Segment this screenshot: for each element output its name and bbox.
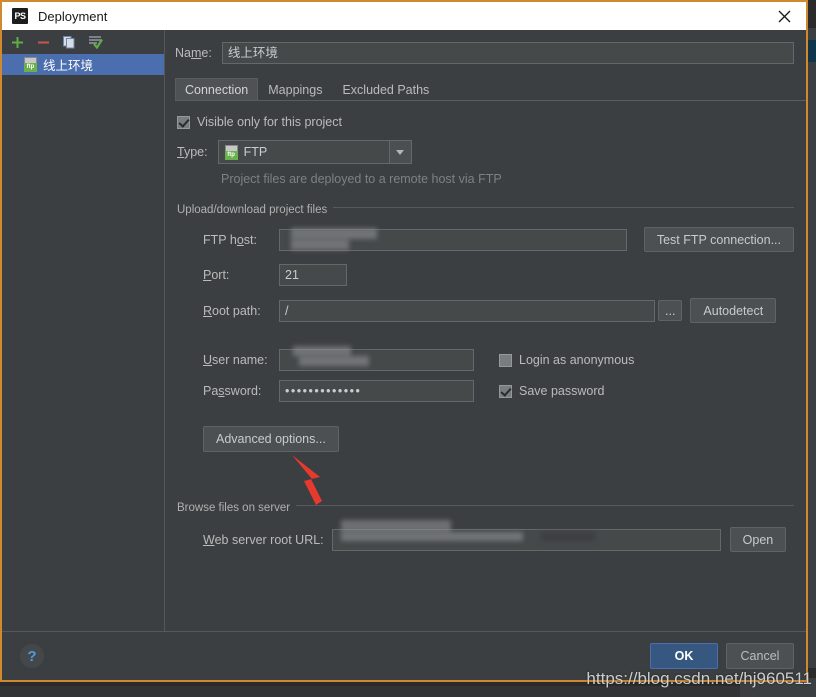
background-tab-sliver (808, 40, 816, 62)
connection-tab-content: Visible only for this project Type: FTP … (165, 101, 806, 552)
minus-icon[interactable] (34, 33, 52, 51)
visible-only-row: Visible only for this project (177, 115, 794, 129)
deployment-dialog: PS Deployment ftp 线上环境 Name: 线上环境 Connec… (0, 0, 808, 682)
browse-files-group: Browse files on server Web server root U… (177, 498, 794, 552)
ftp-type-icon (224, 144, 238, 160)
dialog-action-buttons: OK Cancel (650, 643, 794, 669)
server-list-panel: 线上环境 (2, 30, 165, 631)
type-hint: Project files are deployed to a remote h… (221, 172, 502, 186)
ftp-host-row: FTP host: Test FTP connection... (177, 227, 794, 252)
password-row: Password: ••••••••••••• Save password (177, 380, 794, 402)
title-bar: PS Deployment (2, 2, 806, 30)
root-path-label: Root path: (203, 303, 261, 318)
ftp-host-input[interactable] (279, 228, 627, 251)
chevron-down-icon[interactable] (388, 141, 411, 163)
type-select-value: FTP (243, 145, 268, 159)
browse-group-title: Browse files on server (177, 502, 297, 514)
root-path-browse-button[interactable]: ... (658, 300, 683, 321)
server-list-item[interactable]: 线上环境 (2, 54, 164, 75)
server-list[interactable]: 线上环境 (2, 54, 164, 631)
connection-settings-panel: Name: 线上环境 Connection Mappings Excluded … (165, 30, 806, 631)
ok-button[interactable]: OK (650, 643, 718, 669)
web-root-row: Web server root URL: Open (177, 527, 794, 552)
port-row: Port: 21 (177, 264, 794, 286)
type-select[interactable]: FTP (217, 140, 412, 164)
upload-group-title: Upload/download project files (177, 204, 334, 216)
plus-icon[interactable] (8, 33, 26, 51)
port-label: Port: (203, 268, 230, 282)
phpstorm-icon: PS (12, 8, 28, 24)
web-root-label: Web server root URL: (203, 532, 324, 547)
help-icon[interactable]: ? (20, 644, 44, 668)
tab-excluded-paths[interactable]: Excluded Paths (332, 78, 439, 100)
port-input[interactable]: 21 (279, 264, 347, 286)
server-list-item-label: 线上环境 (43, 59, 94, 73)
tab-mappings[interactable]: Mappings (258, 78, 332, 100)
cancel-button[interactable]: Cancel (726, 643, 794, 669)
ftp-host-label: FTP host: (203, 232, 257, 247)
window-title: Deployment (38, 8, 108, 24)
user-name-input[interactable] (279, 349, 474, 371)
server-list-toolbar (2, 30, 164, 54)
name-label: Name: (175, 46, 212, 60)
tab-connection[interactable]: Connection (175, 78, 259, 100)
password-label: Password: (203, 384, 262, 398)
visible-only-checkbox[interactable] (177, 115, 190, 129)
close-icon[interactable] (774, 6, 794, 26)
upload-download-group: Upload/download project files FTP host: … (177, 200, 794, 452)
login-anonymous-checkbox[interactable] (499, 353, 512, 367)
login-anonymous-label: Login as anonymous (519, 353, 635, 367)
dialog-footer: ? OK Cancel (2, 632, 806, 680)
copy-icon[interactable] (60, 33, 78, 51)
ftp-server-icon (24, 57, 37, 72)
save-password-checkbox[interactable] (499, 384, 512, 398)
name-row: Name: 线上环境 (165, 30, 806, 64)
save-password-row: Save password (499, 384, 604, 398)
type-label: Type: (177, 145, 208, 159)
login-anonymous-row: Login as anonymous (499, 353, 634, 367)
name-input[interactable]: 线上环境 (221, 42, 794, 64)
root-path-input[interactable]: / (279, 299, 655, 322)
save-password-label: Save password (519, 384, 605, 398)
autodetect-button[interactable]: Autodetect (690, 298, 777, 323)
root-path-row: Root path: / ... Autodetect (177, 298, 794, 323)
advanced-options-row: Advanced options... (177, 426, 794, 452)
user-name-row: User name: Login as anonymous (177, 349, 794, 371)
web-root-input[interactable] (331, 528, 721, 551)
user-name-label: User name: (203, 353, 268, 367)
password-input[interactable]: ••••••••••••• (279, 380, 474, 402)
open-button[interactable]: Open (729, 527, 787, 552)
settings-tabs: Connection Mappings Excluded Paths (175, 78, 806, 101)
type-row: Type: FTP (177, 140, 794, 164)
test-ftp-connection-button[interactable]: Test FTP connection... (643, 227, 794, 252)
advanced-options-button[interactable]: Advanced options... (203, 426, 339, 452)
visible-only-label: Visible only for this project (197, 115, 342, 129)
check-lines-icon[interactable] (86, 33, 104, 51)
dialog-body: 线上环境 Name: 线上环境 Connection Mappings Excl… (2, 30, 806, 632)
type-select-value-wrap: FTP (219, 144, 389, 160)
background-statusbar (0, 686, 816, 697)
background-editor-sliver (808, 28, 816, 668)
